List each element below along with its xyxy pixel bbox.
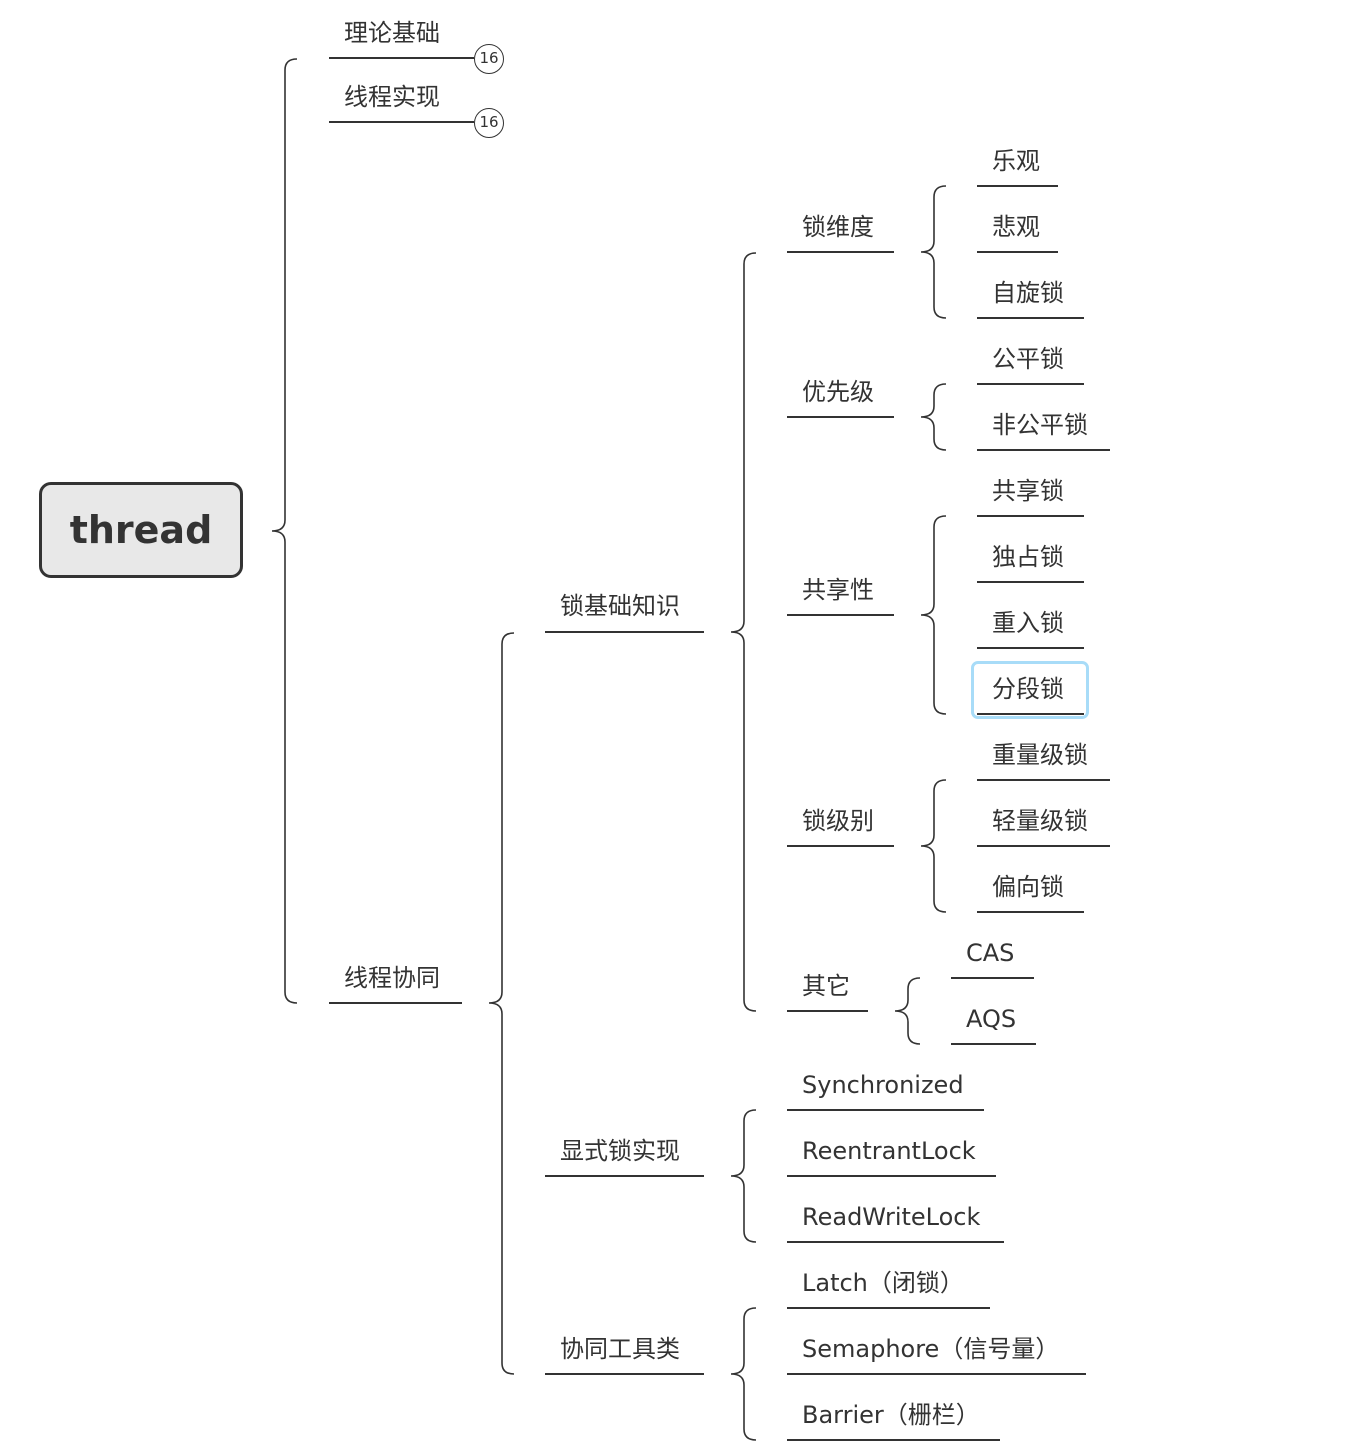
bracket-suojichu — [730, 252, 757, 1012]
topic-readwritelock[interactable]: ReadWriteLock — [802, 1202, 980, 1232]
root-topic[interactable]: thread — [39, 482, 243, 578]
topic-optimistic[interactable]: 乐观 — [992, 146, 1040, 176]
topic-lock-level[interactable]: 锁级别 — [802, 806, 874, 836]
topic-synchronized[interactable]: Synchronized — [802, 1070, 964, 1100]
topic-thread-cooperation[interactable]: 线程协同 — [344, 963, 440, 993]
collapsed-count-badge[interactable]: 16 — [474, 108, 504, 138]
topic-reentrant-lock-cn[interactable]: 重入锁 — [992, 608, 1064, 638]
bracket-suoweidu — [920, 185, 947, 319]
collapsed-count-badge[interactable]: 16 — [474, 44, 504, 74]
bracket-xietong-tools — [730, 1307, 757, 1441]
topic-explicit-lock[interactable]: 显式锁实现 — [560, 1136, 680, 1166]
topic-semaphore[interactable]: Semaphore（信号量） — [802, 1334, 1059, 1364]
topic-heavyweight-lock[interactable]: 重量级锁 — [992, 740, 1088, 770]
topic-priority[interactable]: 优先级 — [802, 377, 874, 407]
topic-theory-basics[interactable]: 理论基础 — [344, 18, 440, 48]
topic-lightweight-lock[interactable]: 轻量级锁 — [992, 806, 1088, 836]
topic-fair-lock[interactable]: 公平锁 — [992, 344, 1064, 374]
topic-barrier[interactable]: Barrier（栅栏） — [802, 1400, 980, 1430]
branch-bracket-xiantong — [488, 632, 515, 1375]
topic-aqs[interactable]: AQS — [966, 1004, 1016, 1034]
topic-sharing[interactable]: 共享性 — [802, 575, 874, 605]
topic-lock-basics[interactable]: 锁基础知识 — [560, 591, 680, 621]
topic-pessimistic[interactable]: 悲观 — [992, 212, 1040, 242]
topic-exclusive-lock[interactable]: 独占锁 — [992, 542, 1064, 572]
topic-segment-lock[interactable]: 分段锁 — [992, 674, 1064, 704]
topic-shared-lock[interactable]: 共享锁 — [992, 476, 1064, 506]
topic-cas[interactable]: CAS — [966, 938, 1014, 968]
bracket-xianshisuo — [730, 1109, 757, 1243]
topic-reentrantlock[interactable]: ReentrantLock — [802, 1136, 976, 1166]
topic-spin-lock[interactable]: 自旋锁 — [992, 278, 1064, 308]
bracket-qita — [894, 977, 921, 1045]
connector-lines — [271, 57, 1110, 1441]
topic-biased-lock[interactable]: 偏向锁 — [992, 872, 1064, 902]
topic-others[interactable]: 其它 — [802, 971, 850, 1001]
topic-unfair-lock[interactable]: 非公平锁 — [992, 410, 1088, 440]
bracket-suojibie — [920, 779, 947, 913]
root-bracket — [271, 58, 298, 1004]
topic-coop-tools[interactable]: 协同工具类 — [560, 1334, 680, 1364]
topic-lock-dimension[interactable]: 锁维度 — [802, 212, 874, 242]
bracket-youxianji — [920, 383, 947, 451]
topic-thread-impl[interactable]: 线程实现 — [344, 82, 440, 112]
topic-latch[interactable]: Latch（闭锁） — [802, 1268, 964, 1298]
root-topic-label: thread — [69, 508, 213, 552]
bracket-gongxiangxing — [920, 515, 947, 715]
